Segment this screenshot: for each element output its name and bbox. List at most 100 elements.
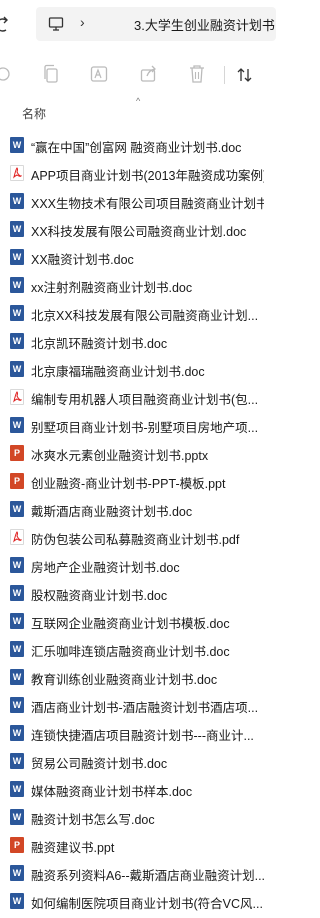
- address-bar: › 3.大学生创业融资计划书: [0, 0, 276, 50]
- file-name: 如何编制医院项目商业计划书(符合VC风...: [31, 897, 263, 911]
- word-file-icon: W: [10, 669, 24, 685]
- file-name: 北京XX科技发展有限公司融资商业计划...: [31, 309, 259, 323]
- word-file-icon: W: [10, 417, 24, 433]
- this-pc-icon[interactable]: [48, 16, 64, 32]
- word-file-icon: W: [10, 305, 24, 321]
- file-name: 融资建议书.ppt: [31, 841, 115, 855]
- pdf-file-icon: [10, 165, 24, 181]
- file-row[interactable]: W 戴斯酒店商业融资计划书.doc: [0, 495, 264, 523]
- new-item-icon[interactable]: [0, 64, 12, 84]
- file-row[interactable]: Wxx注射剂融资商业计划书.doc: [0, 271, 264, 299]
- toolbar-divider: [224, 66, 225, 84]
- file-name: 融资系列资料A6--戴斯酒店商业融资计划...: [31, 869, 264, 883]
- word-file-icon: W: [10, 641, 24, 657]
- word-file-icon: W: [10, 137, 24, 153]
- file-row[interactable]: W 酒店商业计划书-酒店融资计划书酒店项...: [0, 691, 264, 719]
- file-row[interactable]: W 如何编制医院项目商业计划书(符合VC风...: [0, 887, 264, 915]
- file-name: 北京凯环融资计划书.doc: [31, 337, 168, 351]
- file-name: 创业融资-商业计划书-PPT-模板.ppt: [31, 477, 226, 491]
- word-file-icon: W: [10, 753, 24, 769]
- file-row[interactable]: W 北京XX科技发展有限公司融资商业计划...: [0, 299, 264, 327]
- file-row[interactable]: W 教育训练创业融资商业计划书.doc: [0, 663, 264, 691]
- word-file-icon: W: [10, 221, 24, 237]
- file-row[interactable]: APP项目商业计划书(2013年融资成功案例): [0, 159, 264, 187]
- word-file-icon: W: [10, 865, 24, 881]
- file-name: 汇乐咖啡连锁店融资商业计划书.doc: [31, 645, 230, 659]
- file-row[interactable]: P 创业融资-商业计划书-PPT-模板.ppt: [0, 467, 264, 495]
- file-row[interactable]: W 房地产企业融资计划书.doc: [0, 551, 264, 579]
- pdf-file-icon: [10, 529, 24, 545]
- file-row[interactable]: W 媒体融资商业计划书样本.doc: [0, 775, 264, 803]
- word-file-icon: W: [10, 781, 24, 797]
- breadcrumb-current-folder[interactable]: 3.大学生创业融资计划书: [134, 15, 275, 34]
- file-name: 互联网企业融资商业计划书模板.doc: [31, 617, 230, 631]
- file-name: 房地产企业融资计划书.doc: [31, 561, 180, 575]
- sort-ascending-icon: ^: [136, 96, 141, 106]
- file-row[interactable]: W 别墅项目商业计划书-别墅项目房地产项...: [0, 411, 264, 439]
- file-name: 教育训练创业融资商业计划书.doc: [31, 673, 218, 687]
- word-file-icon: W: [10, 361, 24, 377]
- word-file-icon: W: [10, 893, 24, 909]
- file-list: W “赢在中国”创富网 融资商业计划书.doc APP项目商业计划书(2013年融资…: [0, 131, 264, 915]
- file-row[interactable]: W 连锁快捷酒店项目融资计划书---商业计...: [0, 719, 264, 747]
- file-name: 戴斯酒店商业融资计划书.doc: [31, 505, 193, 519]
- file-row[interactable]: W 股权融资商业计划书.doc: [0, 579, 264, 607]
- file-row[interactable]: P 融资建议书.ppt: [0, 831, 264, 859]
- file-row[interactable]: W XXX生物技术有限公司项目融资商业计划书: [0, 187, 264, 215]
- refresh-icon[interactable]: [0, 15, 10, 35]
- file-row[interactable]: W 贸易公司融资计划书.doc: [0, 747, 264, 775]
- file-name: 北京康福瑞融资商业计划书.doc: [31, 365, 205, 379]
- file-row[interactable]: W 融资系列资料A6--戴斯酒店商业融资计划...: [0, 859, 264, 887]
- file-name: xx注射剂融资商业计划书.doc: [31, 281, 193, 295]
- word-file-icon: W: [10, 277, 24, 293]
- word-file-icon: W: [10, 809, 24, 825]
- word-file-icon: W: [10, 193, 24, 209]
- file-name: XX科技发展有限公司融资商业计划.doc: [31, 225, 247, 239]
- file-name: XXX生物技术有限公司项目融资商业计划书: [31, 197, 264, 211]
- share-icon[interactable]: [140, 64, 158, 84]
- file-name: 连锁快捷酒店项目融资计划书---商业计...: [31, 729, 254, 743]
- word-file-icon: W: [10, 333, 24, 349]
- powerpoint-file-icon: P: [10, 445, 24, 461]
- file-name: 编制专用机器人项目融资商业计划书(包...: [31, 393, 259, 407]
- powerpoint-file-icon: P: [10, 473, 24, 489]
- file-row[interactable]: W XX融资计划书.doc: [0, 243, 264, 271]
- file-row[interactable]: W XX科技发展有限公司融资商业计划.doc: [0, 215, 264, 243]
- file-name: 酒店商业计划书-酒店融资计划书酒店项...: [31, 701, 259, 715]
- command-bar: [0, 52, 264, 96]
- pdf-file-icon: [10, 389, 24, 405]
- file-row[interactable]: P 冰爽水元素创业融资计划书.pptx: [0, 439, 264, 467]
- file-name: XX融资计划书.doc: [31, 253, 134, 267]
- powerpoint-file-icon: P: [10, 837, 24, 853]
- word-file-icon: W: [10, 557, 24, 573]
- file-name: 股权融资商业计划书.doc: [31, 589, 168, 603]
- word-file-icon: W: [10, 585, 24, 601]
- file-row[interactable]: W 互联网企业融资商业计划书模板.doc: [0, 607, 264, 635]
- copy-icon[interactable]: [42, 64, 60, 84]
- word-file-icon: W: [10, 613, 24, 629]
- word-file-icon: W: [10, 697, 24, 713]
- file-name: 媒体融资商业计划书样本.doc: [31, 785, 193, 799]
- file-row[interactable]: W 汇乐咖啡连锁店融资商业计划书.doc: [0, 635, 264, 663]
- file-row[interactable]: 防伪包装公司私募融资商业计划书.pdf: [0, 523, 264, 551]
- word-file-icon: W: [10, 501, 24, 517]
- word-file-icon: W: [10, 725, 24, 741]
- file-name: APP项目商业计划书(2013年融资成功案例): [31, 169, 264, 183]
- file-row[interactable]: W 北京凯环融资计划书.doc: [0, 327, 264, 355]
- delete-icon[interactable]: [188, 64, 206, 84]
- file-name: “赢在中国”创富网 融资商业计划书.doc: [31, 141, 242, 155]
- file-row[interactable]: W 北京康福瑞融资商业计划书.doc: [0, 355, 264, 383]
- column-header: ^ 名称: [0, 96, 264, 126]
- column-name-header[interactable]: 名称: [22, 105, 46, 122]
- file-row[interactable]: 编制专用机器人项目融资商业计划书(包...: [0, 383, 264, 411]
- file-name: 贸易公司融资计划书.doc: [31, 757, 168, 771]
- file-name: 融资计划书怎么写.doc: [31, 813, 155, 827]
- breadcrumb-chevron-icon[interactable]: ›: [80, 14, 85, 30]
- file-name: 防伪包装公司私募融资商业计划书.pdf: [31, 533, 240, 547]
- file-name: 冰爽水元素创业融资计划书.pptx: [31, 449, 209, 463]
- rename-icon[interactable]: [90, 64, 108, 84]
- file-name: 别墅项目商业计划书-别墅项目房地产项...: [31, 421, 259, 435]
- file-row[interactable]: W 融资计划书怎么写.doc: [0, 803, 264, 831]
- sort-icon[interactable]: [236, 66, 254, 84]
- file-row[interactable]: W “赢在中国”创富网 融资商业计划书.doc: [0, 131, 264, 159]
